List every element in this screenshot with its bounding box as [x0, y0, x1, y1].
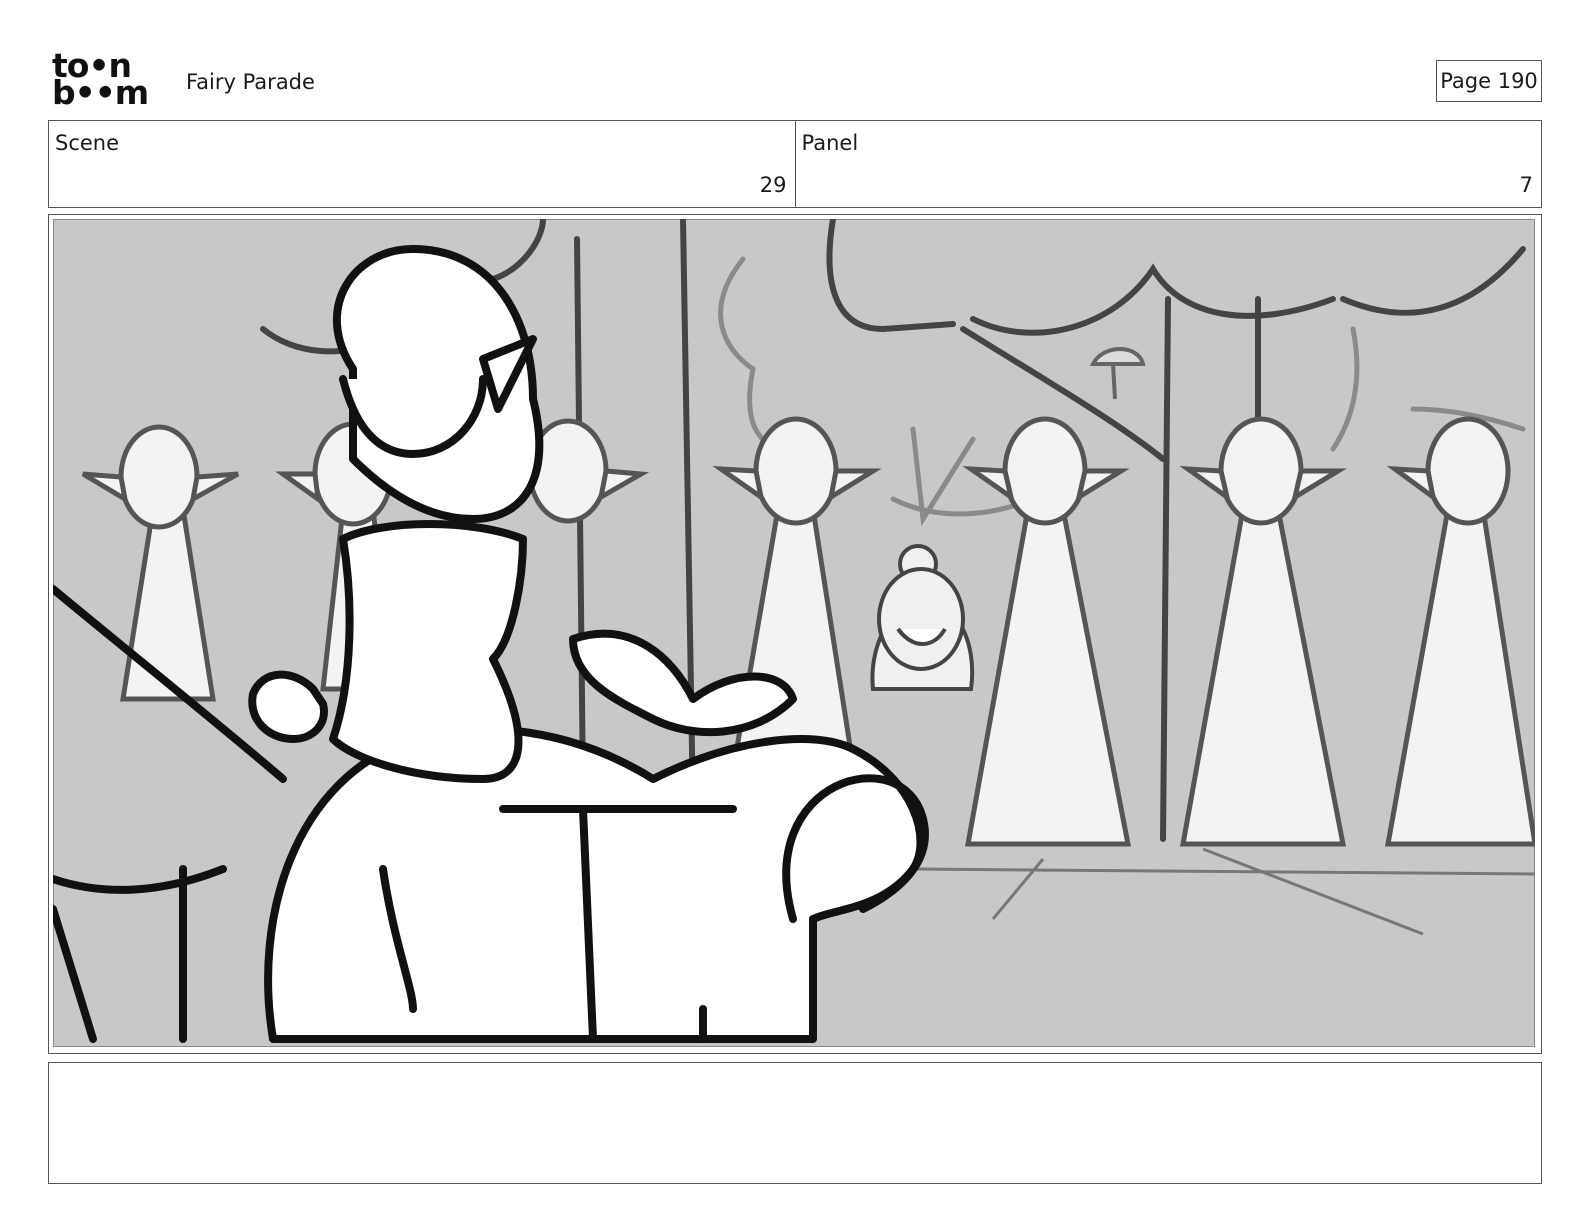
page-number-box: Page 190: [1436, 60, 1542, 102]
panel-number: 7: [1519, 173, 1533, 197]
scene-label: Scene: [55, 131, 120, 155]
panel-cell: Panel 7: [794, 121, 1542, 207]
notes-box: [48, 1062, 1542, 1184]
storyboard-panel: [48, 214, 1542, 1054]
scene-number: 29: [759, 173, 787, 197]
page-number: Page 190: [1440, 69, 1538, 93]
logo-line-2: b••m: [52, 73, 149, 112]
panel-label: Panel: [801, 131, 859, 155]
project-title: Fairy Parade: [186, 70, 315, 94]
scene-cell: Scene 29: [49, 121, 795, 207]
scene-panel-info: Scene 29 Panel 7: [48, 120, 1542, 208]
toonboom-logo: to•n b••m: [52, 49, 164, 112]
panel-sketch: [53, 219, 1535, 1047]
